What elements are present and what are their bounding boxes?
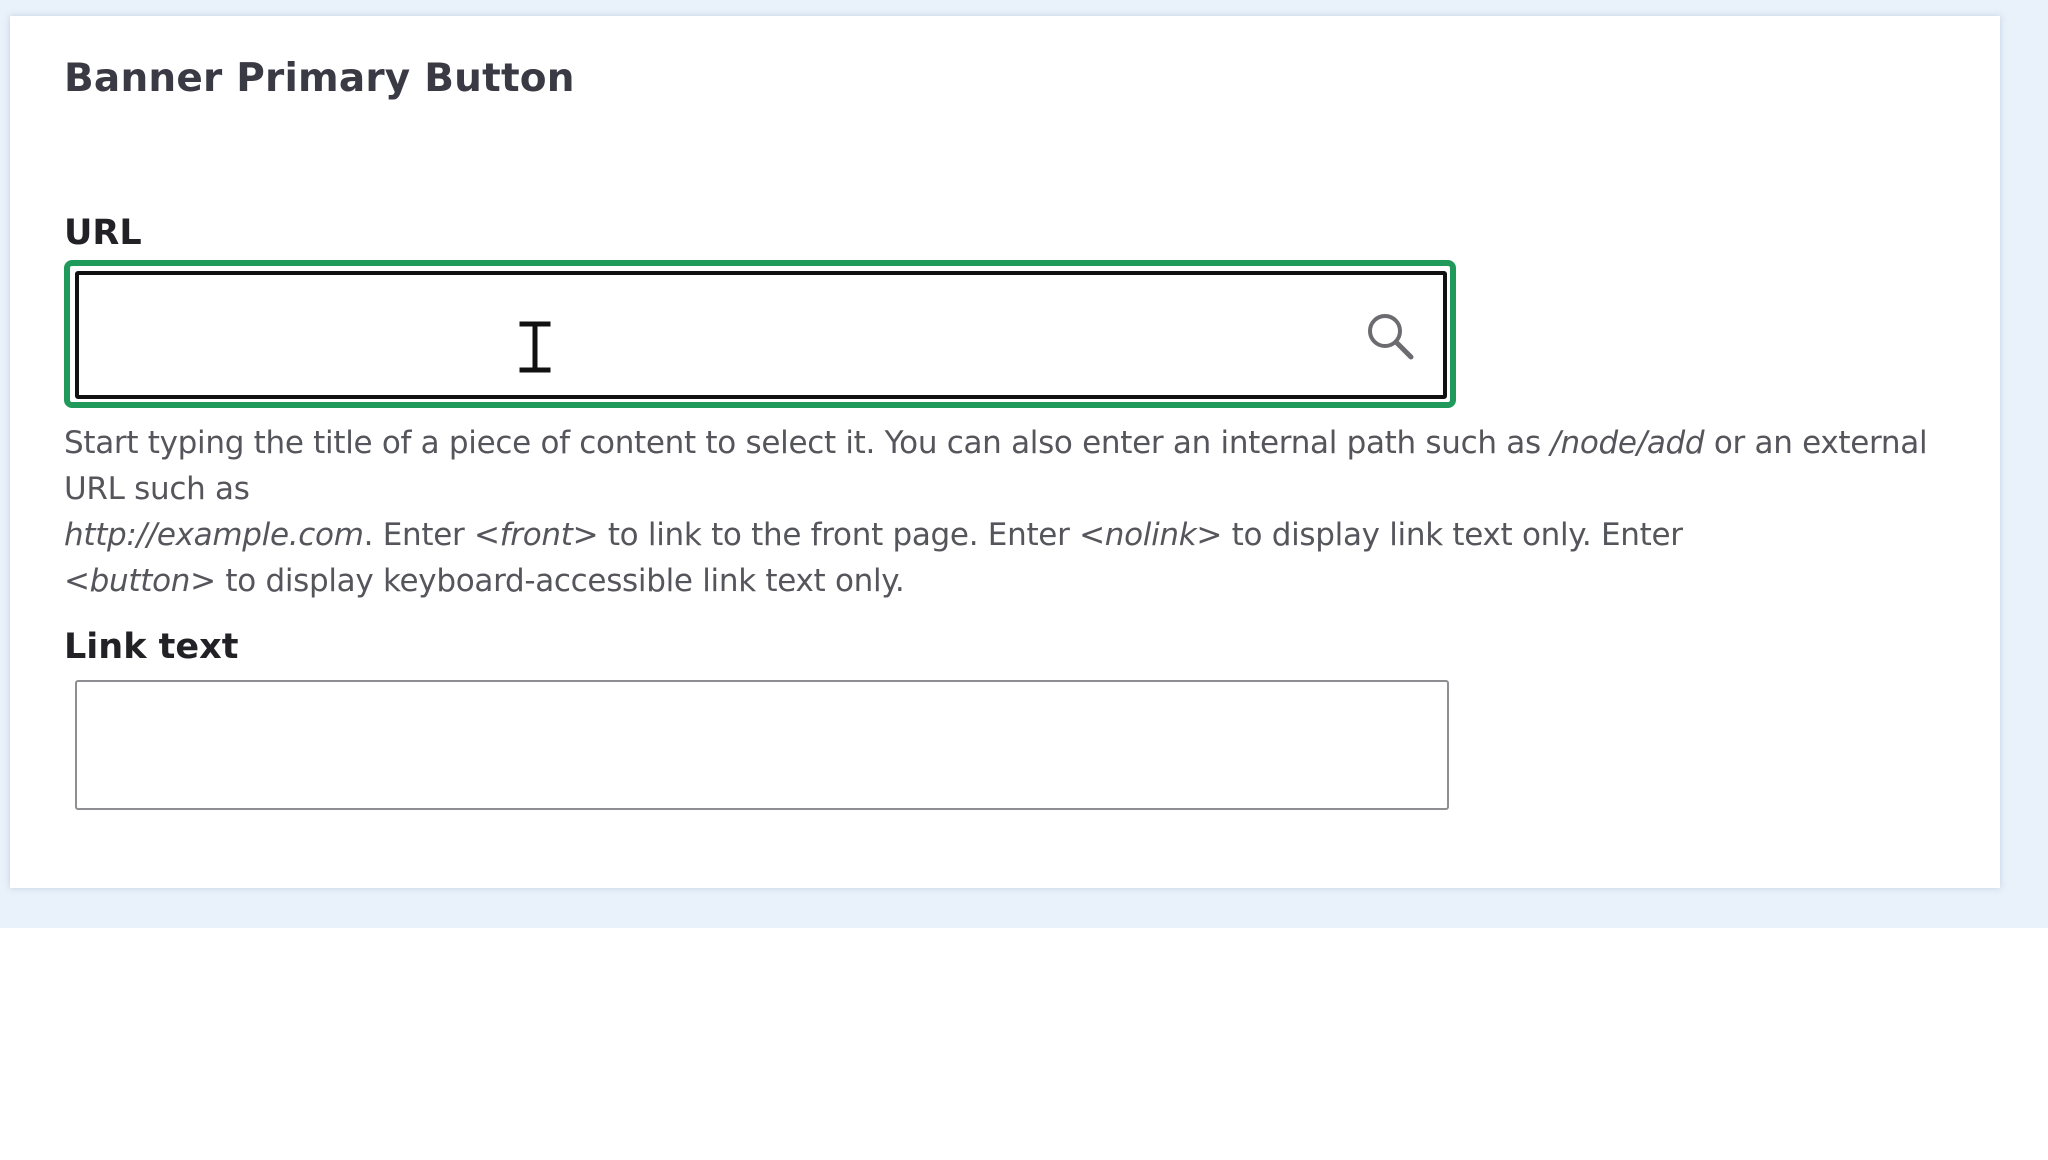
help-text-part: to display link text only. Enter — [1222, 517, 1683, 553]
link-text-input[interactable] — [75, 680, 1449, 810]
help-text-part: . Enter — [363, 517, 474, 553]
help-nolink-token: <nolink> — [1079, 517, 1223, 553]
url-field-label: URL — [64, 213, 142, 253]
url-help-text: Start typing the title of a piece of con… — [64, 420, 1964, 604]
help-text-part: to display keyboard-accessible link text… — [215, 563, 905, 599]
link-text-field-label: Link text — [64, 627, 239, 667]
url-input[interactable] — [75, 271, 1447, 399]
text-cursor-icon — [519, 321, 551, 373]
help-example-url: http://example.com — [64, 517, 364, 553]
help-front-token: <front> — [473, 517, 599, 553]
section-title: Banner Primary Button — [64, 56, 575, 101]
search-icon[interactable] — [1364, 310, 1416, 362]
help-text-part: Start typing the title of a piece of con… — [64, 425, 1551, 461]
help-example-path: /node/add — [1550, 425, 1705, 461]
help-text-part: to link to the front page. Enter — [598, 517, 1080, 553]
help-button-token: <button> — [64, 563, 216, 599]
